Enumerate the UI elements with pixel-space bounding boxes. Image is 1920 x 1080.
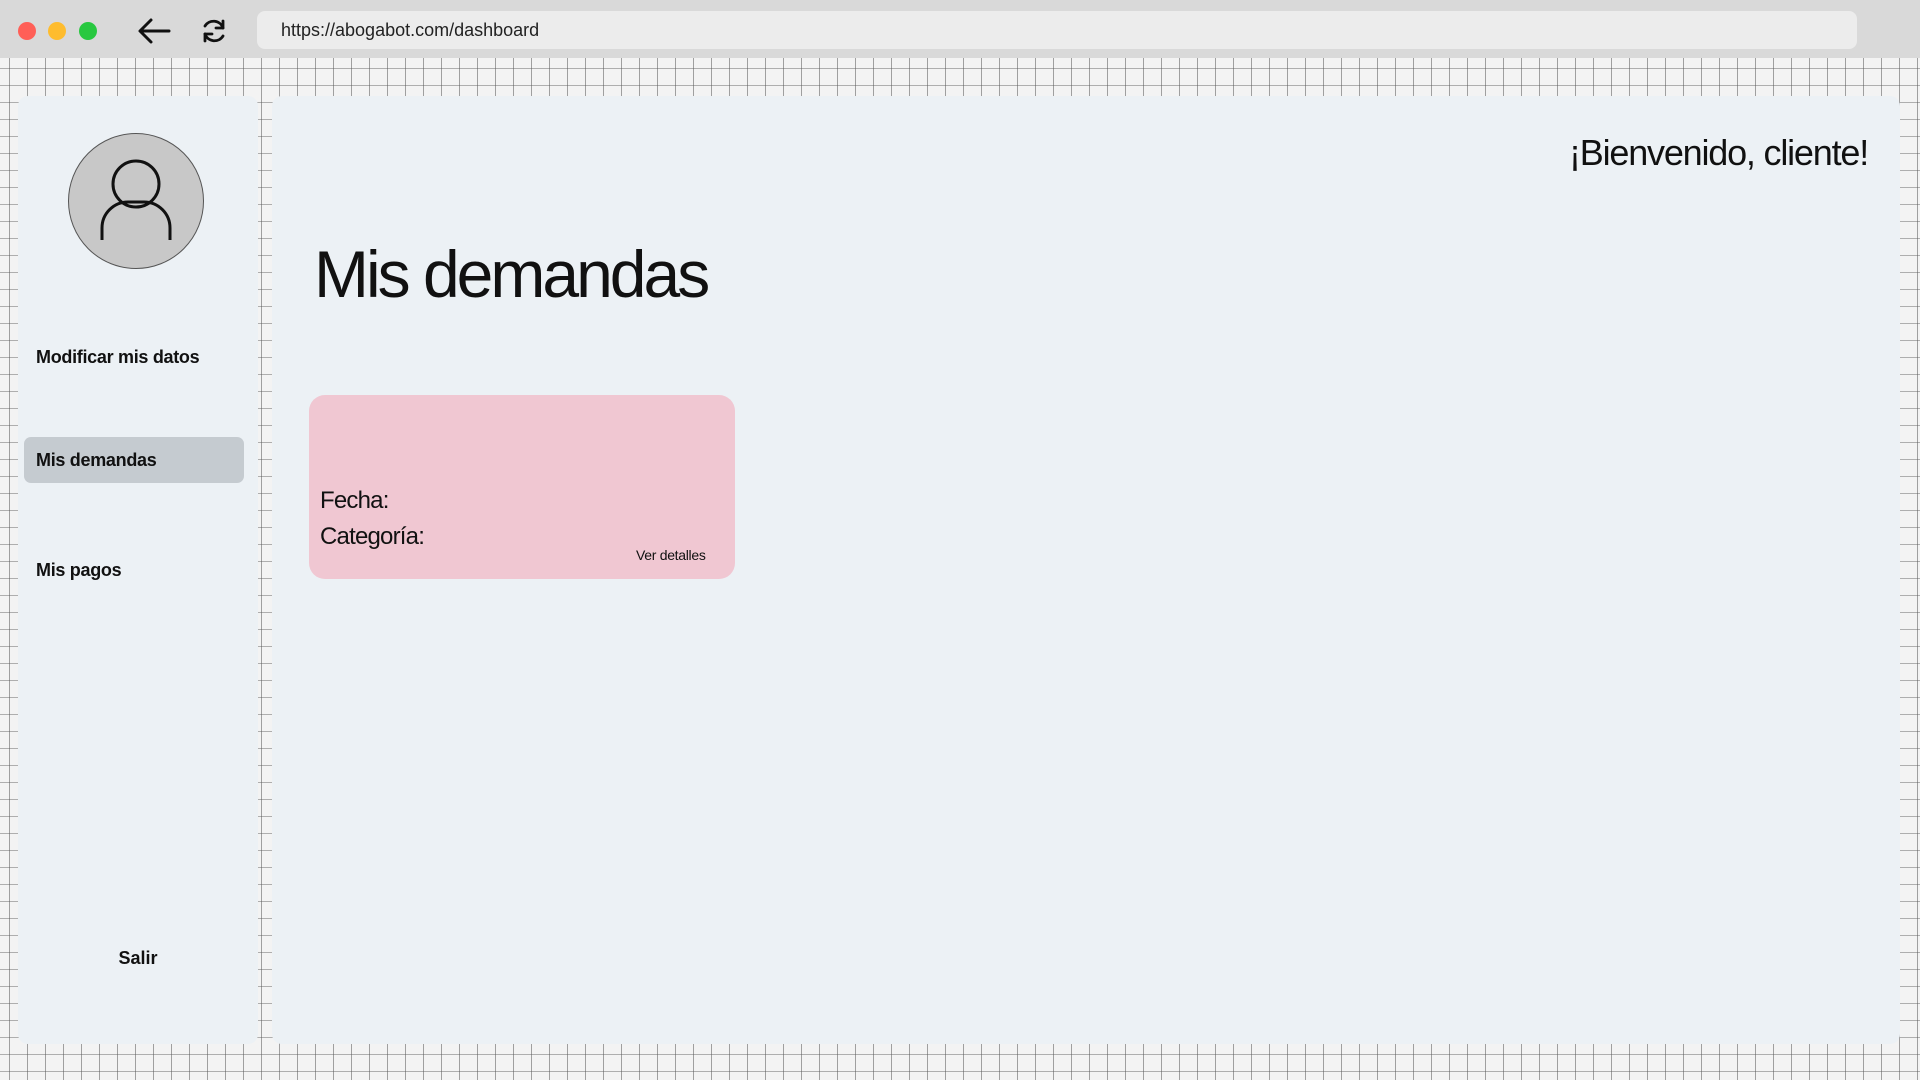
sidebar-item-label: Mis demandas <box>36 449 157 470</box>
page-title: Mis demandas <box>314 237 710 311</box>
sidebar-item-modificar-datos[interactable]: Modificar mis datos <box>24 334 244 380</box>
maximize-window-button[interactable] <box>79 22 97 40</box>
card-category-label: Categoría: <box>320 523 425 550</box>
sidebar-item-label: Mis pagos <box>36 559 122 580</box>
welcome-message: ¡Bienvenido, cliente! <box>1569 132 1869 173</box>
demand-card[interactable]: Fecha: Categoría: Ver detalles <box>309 395 735 579</box>
view-details-link[interactable]: Ver detalles <box>636 547 706 563</box>
browser-toolbar: https://abogabot.com/dashboard <box>0 0 1920 58</box>
minimize-window-button[interactable] <box>48 22 66 40</box>
sidebar-item-mis-demandas[interactable]: Mis demandas <box>24 437 244 483</box>
avatar <box>68 133 204 269</box>
close-window-button[interactable] <box>18 22 36 40</box>
sidebar: Modificar mis datos Mis demandas Mis pag… <box>18 96 258 1044</box>
logout-button[interactable]: Salir <box>18 948 258 969</box>
arrow-left-icon <box>138 18 171 44</box>
reload-icon <box>203 19 225 43</box>
reload-button[interactable] <box>196 14 232 48</box>
sidebar-item-label: Modificar mis datos <box>36 346 200 367</box>
back-button[interactable] <box>136 14 172 48</box>
main-panel: ¡Bienvenido, cliente! Mis demandas Fecha… <box>272 96 1900 1044</box>
sidebar-item-mis-pagos[interactable]: Mis pagos <box>24 547 244 593</box>
address-bar[interactable]: https://abogabot.com/dashboard <box>257 11 1857 49</box>
address-bar-url: https://abogabot.com/dashboard <box>281 19 540 40</box>
user-icon <box>100 159 172 240</box>
card-date-label: Fecha: <box>320 487 389 514</box>
